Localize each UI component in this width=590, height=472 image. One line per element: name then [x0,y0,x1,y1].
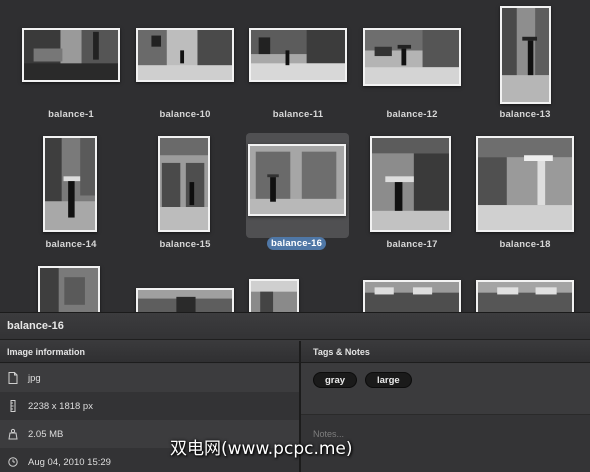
thumbnail-balance-18[interactable] [476,136,574,232]
tag-large[interactable]: large [365,372,412,388]
tag-gray[interactable]: gray [313,372,358,388]
thumbnail-balance-10[interactable] [136,28,234,82]
thumbnail-balance-12[interactable] [363,28,461,86]
clock-icon [8,456,18,468]
info-size: 2.05 MB [28,429,64,440]
info-format: jpg [28,373,41,384]
thumbnail-balance-17[interactable] [370,136,451,232]
thumbnail-label: balance-11 [272,109,324,120]
tags-area[interactable]: gray large [301,364,590,414]
thumbnail-label: balance-12 [386,109,438,120]
thumbnail-label: balance-15 [159,239,211,250]
thumbnail-balance-14[interactable] [43,136,97,232]
panel-title: balance-16 [0,313,590,340]
thumbnail-row3-1[interactable] [38,266,100,316]
info-date: Aug 04, 2010 15:29 [28,457,111,468]
file-icon [8,372,18,384]
watermark: 双电网(www.pcpc.me) [170,439,353,459]
info-row-format: jpg [0,364,299,392]
ruler-icon [8,400,18,412]
thumbnail-label: balance-10 [159,109,211,120]
thumbnail-row3-3[interactable] [249,279,299,315]
thumbnail-balance-11[interactable] [249,28,347,82]
info-row-dimensions: 2238 x 1818 px [0,392,299,420]
thumbnail-balance-15[interactable] [158,136,210,232]
thumbnail-label: balance-13 [499,109,551,120]
thumbnail-row3-4[interactable] [363,280,461,316]
thumbnail-label: balance-18 [499,239,551,250]
thumbnail-balance-16[interactable] [248,144,346,216]
thumbnail-label: balance-1 [48,109,94,120]
image-info-header: Image information [0,341,299,363]
thumbnail-label: balance-17 [386,239,438,250]
thumbnail-label: balance-14 [45,239,97,250]
thumbnail-grid: balance-1 balance-10 balance-11 balance-… [0,0,590,316]
thumbnail-label-selected[interactable]: balance-16 [267,237,327,250]
thumbnail-row3-5[interactable] [476,280,574,316]
weight-icon [8,428,18,440]
info-dimensions: 2238 x 1818 px [28,401,93,412]
tags-notes-header: Tags & Notes [301,341,590,363]
thumbnail-balance-1[interactable] [22,28,120,82]
thumbnail-balance-13[interactable] [500,6,551,104]
